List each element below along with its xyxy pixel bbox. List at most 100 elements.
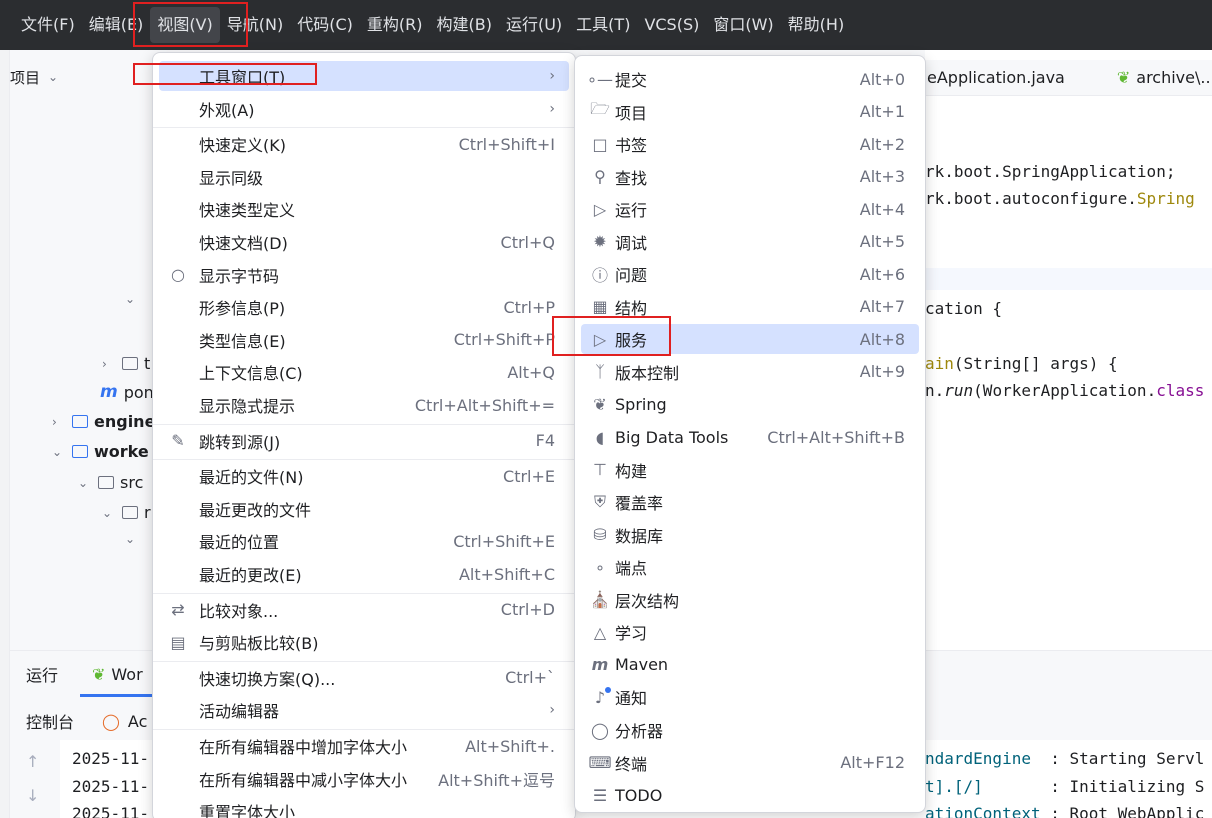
view-menu-item[interactable]: 最近的位置 Ctrl+Shift+E: [159, 526, 569, 556]
editor-tab[interactable]: eApplication.java: [927, 68, 1065, 87]
tool-window-item-bell[interactable]: ♪ 通知: [581, 682, 919, 712]
menu-code[interactable]: 代码(C): [290, 7, 360, 43]
view-menu-item[interactable]: 活动编辑器 ›: [159, 695, 569, 725]
view-menu-item[interactable]: 快速定义(K) Ctrl+Shift+I: [159, 129, 569, 159]
menu-window[interactable]: 窗口(W): [706, 7, 780, 43]
shield-icon: ⛨: [593, 492, 606, 512]
view-menu-item[interactable]: 类型信息(E) Ctrl+Shift+P: [159, 325, 569, 355]
menu-item-label: 类型信息(E): [199, 331, 286, 351]
tool-window-item-search[interactable]: ⚲ 查找 Alt+3: [581, 162, 919, 192]
arrow-up-icon[interactable]: ↑: [26, 752, 39, 771]
menu-item-shortcut: Alt+Shift+C: [458, 564, 555, 584]
view-menu-item[interactable]: 快速切换方案(Q)... Ctrl+`: [159, 663, 569, 693]
view-menu-item[interactable]: 显示隐式提示 Ctrl+Alt+Shift+=: [159, 390, 569, 420]
code-line: rk.boot.SpringApplication;: [925, 162, 1175, 181]
view-menu-item[interactable]: 快速类型定义: [159, 194, 569, 224]
tool-window-item-profiler[interactable]: ◯ 分析器: [581, 715, 919, 745]
code-line: n.run(WorkerApplication.class: [925, 381, 1204, 400]
view-menu-item[interactable]: 形参信息(P) Ctrl+P: [159, 292, 569, 322]
tool-window-item-learn[interactable]: △ 学习: [581, 617, 919, 647]
log-source: t].[/]: [925, 777, 983, 796]
tool-window-item-todo[interactable]: ☰ TODO: [581, 780, 919, 810]
code-text: (String[] args) {: [953, 354, 1118, 373]
tab-actuator[interactable]: Ac: [128, 712, 147, 731]
tool-window-item-commit[interactable]: ∘— 提交 Alt+0: [581, 64, 919, 94]
menu-item-label: 与剪贴板比较(B): [199, 634, 319, 654]
view-menu-item[interactable]: 快速文档(D) Ctrl+Q: [159, 227, 569, 257]
maven-icon: m: [591, 655, 609, 675]
spring-icon: ❦: [92, 664, 106, 684]
menu-item-label: 问题: [615, 266, 648, 286]
view-menu-item[interactable]: 上下文信息(C) Alt+Q: [159, 357, 569, 387]
tool-window-item-spring[interactable]: ❦ Spring: [581, 390, 919, 420]
menu-item-label: 最近更改的文件: [199, 500, 312, 520]
tool-window-item-database[interactable]: ⛁ 数据库: [581, 520, 919, 550]
view-menu-item[interactable]: 显示同级: [159, 162, 569, 192]
view-menu-item[interactable]: ✎ 跳转到源(J) F4: [159, 426, 569, 456]
tool-window-item-hammer[interactable]: ⊤ 构建: [581, 455, 919, 485]
view-menu-item[interactable]: ⇄ 比较对象... Ctrl+D: [159, 595, 569, 625]
view-menu-item[interactable]: ○ 显示字节码: [159, 260, 569, 290]
tool-window-item-endpoints[interactable]: ∘ 端点: [581, 552, 919, 582]
arrow-down-icon[interactable]: ↓: [26, 786, 39, 805]
menu-item-label: 提交: [615, 71, 648, 90]
code-editor[interactable]: [925, 50, 1212, 650]
log-source: ationContext: [925, 804, 1041, 818]
view-menu-item[interactable]: 外观(A) ›: [159, 94, 569, 124]
tool-window-item-vcs[interactable]: ᛉ 版本控制 Alt+9: [581, 357, 919, 387]
tool-window-item-run[interactable]: ▷ 运行 Alt+4: [581, 194, 919, 224]
tab-console[interactable]: 控制台: [26, 709, 74, 733]
menu-separator: [153, 592, 575, 594]
tree-row[interactable]: ⌄ r: [102, 503, 151, 522]
tree-row[interactable]: ⌄ src: [78, 473, 143, 492]
log-source: ndardEngine: [925, 749, 1031, 768]
log-line: 2025-11-: [72, 749, 149, 768]
menu-run[interactable]: 运行(U): [499, 7, 569, 43]
tool-window-item-folder[interactable]: 🗁 项目 Alt+1: [581, 97, 919, 127]
view-menu-item[interactable]: 最近的文件(N) Ctrl+E: [159, 461, 569, 491]
menu-item-label: Maven: [615, 655, 669, 675]
menu-file[interactable]: 文件(F): [14, 7, 82, 43]
tool-window-item-maven[interactable]: m Maven: [581, 650, 919, 680]
tool-window-item-terminal[interactable]: ⌨ 终端 Alt+F12: [581, 748, 919, 778]
tree-row[interactable]: ⌄ worke: [52, 442, 149, 461]
editor-tab-bar: eApplication.java ❦ archive\...: [925, 60, 1212, 96]
log-line: ndardEngine : Starting Servl: [925, 749, 1204, 768]
view-menu-item[interactable]: 在所有编辑器中增加字体大小 Alt+Shift+.: [159, 731, 569, 761]
run-icon: ▷: [593, 199, 607, 219]
tool-window-strip: [0, 50, 10, 818]
tool-window-item-hierarchy[interactable]: ⛪ 层次结构: [581, 585, 919, 615]
menu-help[interactable]: 帮助(H): [781, 7, 852, 43]
project-panel-header[interactable]: 项目 ⌄: [10, 62, 58, 92]
view-menu-item[interactable]: 重置字体大小: [159, 796, 569, 818]
menu-tools[interactable]: 工具(T): [569, 7, 637, 43]
tool-window-item-big-data[interactable]: ◖ Big Data Tools Ctrl+Alt+Shift+B: [581, 422, 919, 452]
database-icon: ⛁: [593, 525, 607, 545]
view-menu-item[interactable]: ▤ 与剪贴板比较(B): [159, 627, 569, 657]
menu-build[interactable]: 构建(B): [430, 7, 499, 43]
editor-tab[interactable]: archive\...: [1136, 68, 1212, 87]
tool-window-item-problems[interactable]: ⓘ 问题 Alt+6: [581, 259, 919, 289]
tree-row[interactable]: m pon: [100, 382, 154, 402]
menu-vcs[interactable]: VCS(S): [637, 7, 706, 43]
tree-row[interactable]: ⌄: [125, 532, 145, 546]
menu-item-shortcut: Ctrl+Shift+I: [458, 134, 555, 154]
run-config-tab[interactable]: Wor: [111, 665, 142, 684]
view-menu-item[interactable]: 最近的更改(E) Alt+Shift+C: [159, 559, 569, 589]
tree-row[interactable]: › engine: [52, 412, 155, 431]
tree-row[interactable]: › t: [102, 354, 150, 373]
view-menu-item[interactable]: 在所有编辑器中减小字体大小 Alt+Shift+逗号: [159, 764, 569, 794]
menu-item-shortcut: Alt+Shift+逗号: [438, 770, 555, 790]
tool-window-item-bug[interactable]: ✹ 调试 Alt+5: [581, 227, 919, 257]
menu-item-label: 跳转到源(J): [199, 432, 281, 452]
menu-item-shortcut: Alt+F12: [840, 753, 905, 773]
tool-window-item-shield[interactable]: ⛨ 覆盖率: [581, 487, 919, 517]
view-menu-item[interactable]: 最近更改的文件: [159, 494, 569, 524]
tree-row[interactable]: ⌄: [125, 292, 145, 306]
view-menu-dropdown: 工具窗口(T) › 外观(A) › 快速定义(K) Ctrl+Shift+I 显示同级 快速类…: [152, 52, 576, 818]
tool-window-item-bookmark[interactable]: □ 书签 Alt+2: [581, 129, 919, 159]
log-message: : Starting Servl: [1050, 749, 1205, 768]
menu-separator: [153, 127, 575, 129]
code-text: class: [1156, 381, 1205, 400]
menu-refactor[interactable]: 重构(R): [360, 7, 430, 43]
